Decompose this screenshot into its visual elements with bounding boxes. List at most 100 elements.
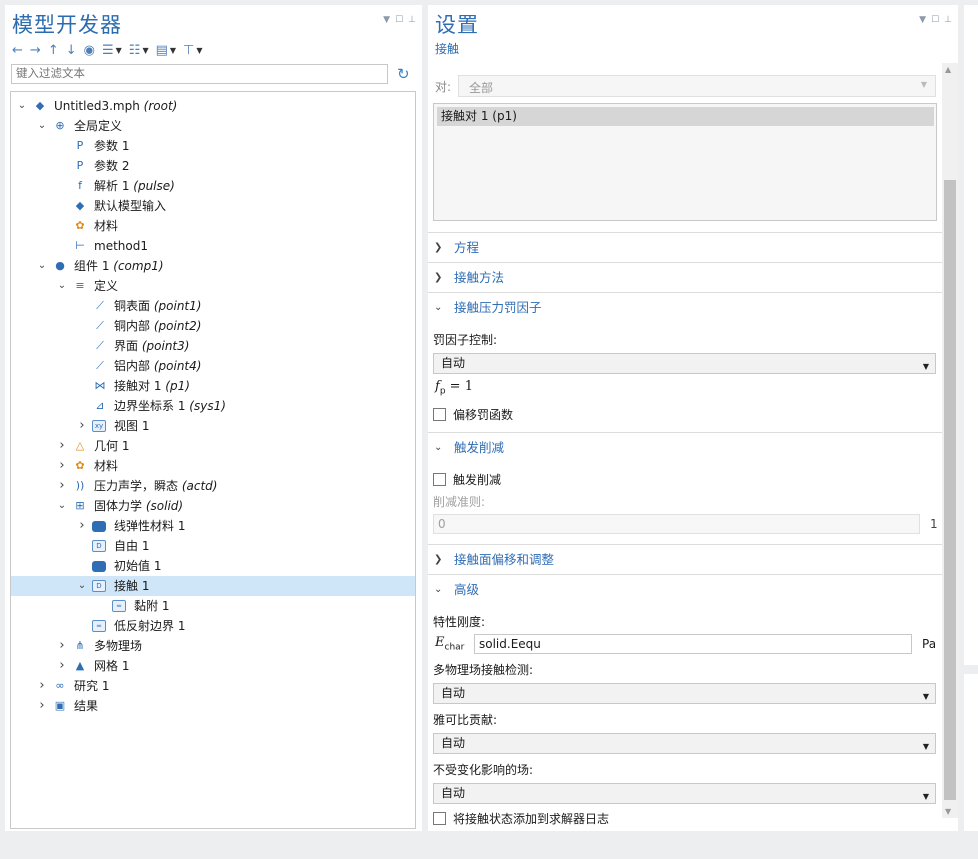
list-icon[interactable]: ▤ ▼ xyxy=(156,43,176,58)
chevron-right-icon[interactable]: › xyxy=(56,456,68,476)
expand-icon[interactable]: ☷ ▼ xyxy=(129,43,149,58)
tree-item[interactable]: › ▣ 结果 xyxy=(11,696,415,716)
tree-item[interactable]: D 自由 1 xyxy=(11,536,415,556)
dropdown-icon[interactable]: ▼ xyxy=(383,15,390,25)
filter-input[interactable] xyxy=(11,64,388,84)
tree-item-tag: (solid) xyxy=(145,499,184,513)
offset-penalty-checkbox[interactable]: 偏移罚函数 xyxy=(433,406,513,423)
tree-item[interactable]: ⊢ method1 xyxy=(11,236,415,256)
tree-item[interactable]: › xy 视图 1 xyxy=(11,416,415,436)
checkbox-label: 触发削减 xyxy=(453,473,502,487)
tree-item[interactable]: ⌄ ⊞ 固体力学 (solid) xyxy=(11,496,415,516)
refresh-icon[interactable]: ↻ xyxy=(397,65,410,83)
checkbox-box[interactable] xyxy=(433,473,446,486)
restore-icon[interactable]: ☐ xyxy=(931,15,939,25)
list-item[interactable]: 接触对 1 (p1) xyxy=(437,107,934,126)
tree-item[interactable]: › ⋔ 多物理场 xyxy=(11,636,415,656)
back-arrow-icon[interactable]: ← xyxy=(12,43,23,58)
chevron-down-icon[interactable]: ⌄ xyxy=(36,256,48,276)
chevron-right-icon[interactable]: › xyxy=(36,676,48,696)
chevron-right-icon[interactable]: › xyxy=(36,696,48,716)
chevron-down-icon[interactable]: ⌄ xyxy=(16,96,28,116)
tree-item[interactable]: ⌄ D 接触 1 xyxy=(11,576,415,596)
tree-item[interactable]: › 线弹性材料 1 xyxy=(11,516,415,536)
tree-item[interactable]: ›)) 压力声学，瞬态 (actd) xyxy=(11,476,415,496)
model-builder-panel: 模型开发器 ▼ ☐ ⊥ ← → ↑ ↓ ◉ ☰▼ ☷▼ ▤▼ ⊤▼ ↻ ⌄ ◆ Un… xyxy=(5,5,422,831)
add-log-checkbox[interactable]: 将接触状态添加到求解器日志 xyxy=(433,810,609,827)
tree-item[interactable]: › ✿ 材料 xyxy=(11,456,415,476)
scroll-thumb[interactable] xyxy=(944,180,956,800)
tree-item[interactable]: › ∞ 研究 1 xyxy=(11,676,415,696)
chevron-down-icon[interactable]: ⌄ xyxy=(36,116,48,136)
chevron-right-icon[interactable]: › xyxy=(56,436,68,456)
pair-listbox[interactable]: 接触对 1 (p1) xyxy=(433,103,937,221)
collapse-icon[interactable]: ☰ ▼ xyxy=(102,43,122,58)
scroll-down-icon[interactable]: ▼ xyxy=(945,807,951,816)
multiphysics-detect-select[interactable]: 自动 ▼ xyxy=(433,683,936,704)
trigger-reduction-checkbox[interactable]: 触发削减 xyxy=(433,471,501,488)
section-penalty[interactable]: ⌄ 接触压力罚因子 xyxy=(428,292,942,322)
pair-select[interactable]: 全部 ▼ xyxy=(458,75,936,97)
tree-item-label: 视图 1 xyxy=(114,416,149,436)
tree-item[interactable]: ⟋ 铜表面 (point1) xyxy=(11,296,415,316)
show-icon[interactable]: ◉ xyxy=(84,43,95,58)
tree-item[interactable]: ⋈ 接触对 1 (p1) xyxy=(11,376,415,396)
penalty-control-select[interactable]: 自动 ▼ xyxy=(433,353,936,374)
section-advanced[interactable]: ⌄ 高级 xyxy=(428,574,942,604)
echar-field[interactable]: solid.Eequ xyxy=(474,634,912,654)
chevron-right-icon[interactable]: › xyxy=(56,656,68,676)
tree-item[interactable]: › ▲ 网格 1 xyxy=(11,656,415,676)
jacobian-select[interactable]: 自动 ▼ xyxy=(433,733,936,754)
scroll-up-icon[interactable]: ▲ xyxy=(945,65,951,74)
chevron-down-icon[interactable]: ⌄ xyxy=(56,276,68,296)
restore-icon[interactable]: ☐ xyxy=(395,15,403,25)
dropdown-icon[interactable]: ▼ xyxy=(919,15,926,25)
checkbox-box[interactable] xyxy=(433,408,446,421)
reduction-criterion-field[interactable]: 0 xyxy=(433,514,920,534)
tree-item[interactable]: f 解析 1 (pulse) xyxy=(11,176,415,196)
chevron-right-icon[interactable]: › xyxy=(76,516,88,536)
tree-item[interactable]: ⟋ 铝内部 (point4) xyxy=(11,356,415,376)
fp-value: = 1 xyxy=(449,379,473,394)
tree-item[interactable]: 初始值 1 xyxy=(11,556,415,576)
checkbox-box[interactable] xyxy=(433,812,446,825)
tree-item[interactable]: ⌄ ⊕ 全局定义 xyxy=(11,116,415,136)
tree-item-text: 黏附 1 xyxy=(134,599,170,613)
pin-icon[interactable]: ⊥ xyxy=(944,15,952,25)
forward-arrow-icon[interactable]: → xyxy=(30,43,41,58)
chevron-down-icon[interactable]: ⌄ xyxy=(76,576,88,596)
settings-scrollbar[interactable]: ▲ ▼ xyxy=(942,63,958,818)
move-up-icon[interactable]: ↑ xyxy=(48,43,59,58)
fields-select[interactable]: 自动 ▼ xyxy=(433,783,936,804)
section-equation[interactable]: ❯ 方程 xyxy=(428,232,942,262)
section-title: 高级 xyxy=(454,582,480,597)
tree-item[interactable]: ⌄ ◆ Untitled3.mph (root) xyxy=(11,96,415,116)
chevron-right-icon[interactable]: › xyxy=(56,636,68,656)
section-offset[interactable]: ❯ 接触面偏移和调整 xyxy=(428,544,942,574)
tree-item-label: 几何 1 xyxy=(94,436,129,456)
tree-item[interactable]: P 参数 1 xyxy=(11,136,415,156)
chevron-right-icon[interactable]: › xyxy=(76,416,88,436)
tree-item[interactable]: ═ 黏附 1 xyxy=(11,596,415,616)
tree-item[interactable]: ═ 低反射边界 1 xyxy=(11,616,415,636)
tree-node-icon: ● xyxy=(55,259,65,272)
tree-item[interactable]: › △ 几何 1 xyxy=(11,436,415,456)
tree-item[interactable]: P 参数 2 xyxy=(11,156,415,176)
section-contact-method[interactable]: ❯ 接触方法 xyxy=(428,262,942,292)
tree-item-label: 组件 1 (comp1) xyxy=(74,256,164,276)
select-value: 自动 xyxy=(441,786,466,800)
pin-tool-icon[interactable]: ⊤ ▼ xyxy=(183,43,202,58)
tree-item[interactable]: ⌄ ≡ 定义 xyxy=(11,276,415,296)
tree-item[interactable]: ⊿ 边界坐标系 1 (sys1) xyxy=(11,396,415,416)
tree-item[interactable]: ✿ 材料 xyxy=(11,216,415,236)
chevron-down-icon[interactable]: ⌄ xyxy=(56,496,68,516)
tree-item[interactable]: ◆ 默认模型输入 xyxy=(11,196,415,216)
tree-item[interactable]: ⌄ ● 组件 1 (comp1) xyxy=(11,256,415,276)
move-down-icon[interactable]: ↓ xyxy=(66,43,77,58)
tree-item[interactable]: ⟋ 铜内部 (point2) xyxy=(11,316,415,336)
section-trigger-reduction[interactable]: ⌄ 触发削减 xyxy=(428,432,942,462)
tree-item[interactable]: ⟋ 界面 (point3) xyxy=(11,336,415,356)
chevron-right-icon[interactable]: › xyxy=(56,476,68,496)
tree-node-icon: ≡ xyxy=(75,279,85,292)
pin-icon[interactable]: ⊥ xyxy=(408,15,416,25)
